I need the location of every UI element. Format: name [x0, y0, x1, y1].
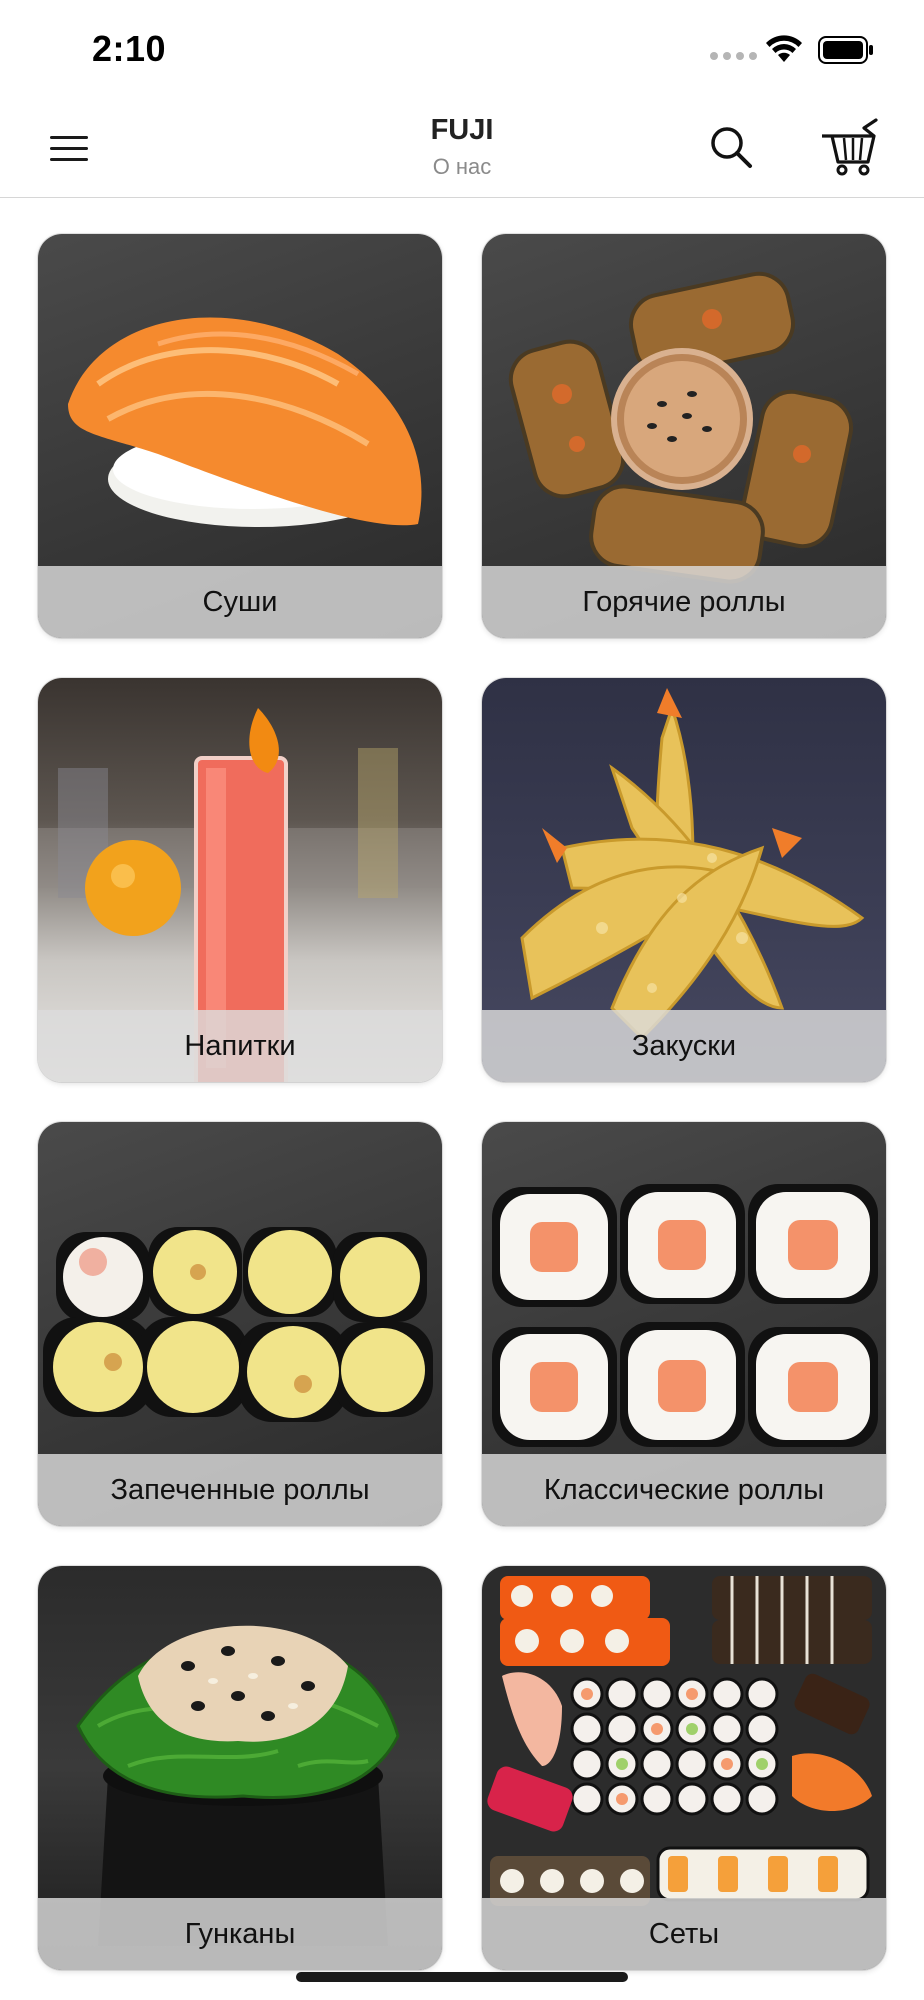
category-label: Суши [38, 566, 442, 638]
wifi-icon [766, 35, 802, 62]
category-grid: Суши Горячие роллы Напитки Закуски Запеч… [38, 234, 886, 1970]
category-card-gunkan[interactable]: Гунканы [38, 1566, 442, 1970]
category-label: Классические роллы [482, 1454, 886, 1526]
category-label: Напитки [38, 1010, 442, 1082]
category-label: Гунканы [38, 1898, 442, 1970]
search-button[interactable] [704, 120, 760, 176]
category-card-baked-rolls[interactable]: Запеченные роллы [38, 1122, 442, 1526]
category-card-classic-rolls[interactable]: Классические роллы [482, 1122, 886, 1526]
category-card-sushi[interactable]: Суши [38, 234, 442, 638]
battery-icon [818, 36, 873, 64]
about-link-label: О нас [432, 154, 492, 179]
category-card-hot-rolls[interactable]: Горячие роллы [482, 234, 886, 638]
about-link[interactable]: О нас [0, 154, 924, 180]
cellular-signal-icon [710, 52, 757, 60]
app-title: FUJI [430, 114, 494, 146]
category-card-drinks[interactable]: Напитки [38, 678, 442, 1082]
category-label: Закуски [482, 1010, 886, 1082]
cart-button[interactable] [818, 118, 882, 178]
status-time: 2:10 [92, 28, 167, 69]
search-icon [711, 127, 752, 168]
category-card-sets[interactable]: Сеты [482, 1566, 886, 1970]
category-label: Запеченные роллы [38, 1454, 442, 1526]
status-bar: 2:10 [0, 0, 924, 100]
nav-bar: FUJI О нас [0, 100, 924, 198]
category-label: Сеты [482, 1898, 886, 1970]
category-card-snacks[interactable]: Закуски [482, 678, 886, 1082]
category-label: Горячие роллы [482, 566, 886, 638]
cart-icon [822, 118, 878, 176]
home-indicator[interactable] [296, 1972, 628, 1982]
